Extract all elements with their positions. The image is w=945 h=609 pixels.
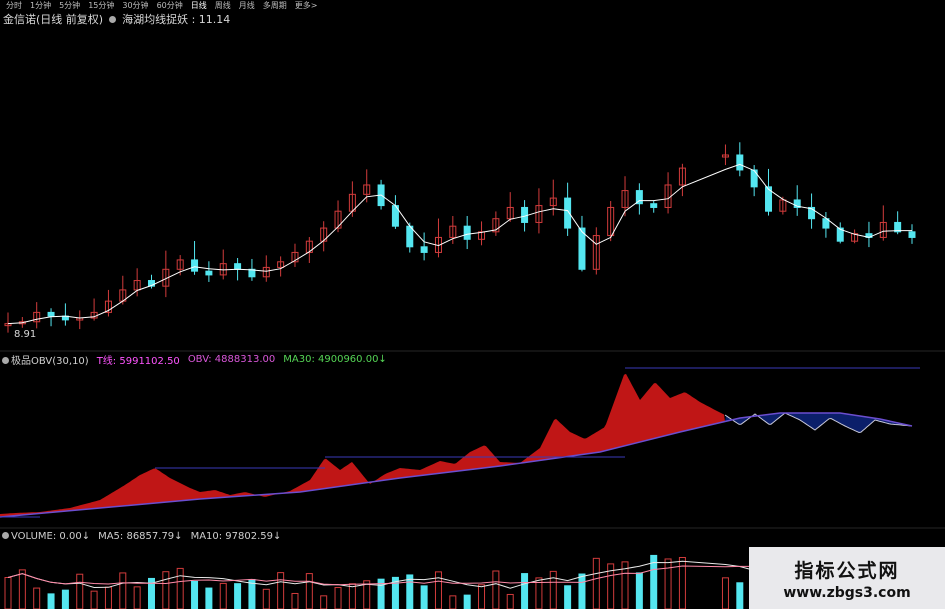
volume-bar bbox=[736, 582, 744, 609]
candle-body bbox=[736, 154, 744, 171]
candle-body bbox=[234, 263, 242, 270]
volume-bar bbox=[191, 580, 199, 609]
period-tab[interactable]: 30分钟 bbox=[122, 0, 148, 11]
indicator-label[interactable]: 海湖均线捉妖 : 11.14 bbox=[122, 11, 230, 27]
volume-bar bbox=[119, 572, 127, 609]
candle-body bbox=[650, 203, 658, 208]
volume-bar bbox=[47, 593, 55, 609]
volume-bar bbox=[334, 587, 342, 609]
volume-bar bbox=[305, 573, 313, 609]
volume-bar bbox=[262, 588, 270, 609]
period-tab[interactable]: 5分钟 bbox=[59, 0, 80, 11]
period-tab[interactable]: 1分钟 bbox=[30, 0, 51, 11]
volume-bar bbox=[90, 590, 98, 609]
period-tab[interactable]: 月线 bbox=[239, 0, 255, 11]
main-chart-header: 金信诺(日线 前复权) 海湖均线捉妖 : 11.14 bbox=[3, 11, 230, 27]
obv-title[interactable]: 极品OBV(30,10) bbox=[11, 356, 89, 367]
settings-dot-icon[interactable] bbox=[109, 15, 117, 23]
watermark-title: 指标公式网 bbox=[794, 559, 900, 582]
obv-value: OBV: 4888313.00 bbox=[187, 353, 276, 365]
volume-bar bbox=[18, 569, 26, 609]
volume-ma10-value: MA10: 97802.59↓ bbox=[190, 530, 282, 542]
volume-bar bbox=[506, 593, 514, 609]
period-tab[interactable]: 分时 bbox=[6, 0, 22, 11]
volume-bar bbox=[549, 570, 557, 609]
period-tab[interactable]: 日线 bbox=[191, 0, 207, 11]
volume-bar bbox=[219, 582, 227, 609]
volume-ma5-value: MA5: 86857.79↓ bbox=[98, 530, 183, 542]
candle-body bbox=[47, 311, 55, 317]
obv-t-value: T线: 5991102.50 bbox=[96, 355, 180, 367]
volume-bar bbox=[291, 592, 299, 609]
candle-body bbox=[191, 259, 199, 272]
settings-dot-icon[interactable] bbox=[2, 356, 9, 364]
candle-body bbox=[908, 231, 916, 238]
volume-bar bbox=[492, 570, 500, 609]
volume-bar bbox=[277, 572, 285, 609]
volume-bar bbox=[4, 577, 12, 609]
volume-bar bbox=[521, 573, 529, 609]
candle-body bbox=[521, 206, 529, 223]
period-tab[interactable]: 多周期 bbox=[263, 0, 287, 11]
volume-bar bbox=[133, 586, 141, 609]
low-price-marker: 8.91 bbox=[14, 329, 37, 340]
volume-bar bbox=[721, 577, 729, 609]
obv-ma30-value: MA30: 4900960.00↓ bbox=[283, 353, 387, 365]
volume-bar bbox=[635, 572, 643, 609]
candle-body bbox=[406, 225, 414, 248]
volume-bar bbox=[578, 573, 586, 609]
stock-title[interactable]: 金信诺(日线 前复权) bbox=[3, 11, 103, 27]
volume-bar bbox=[463, 594, 471, 609]
price-ma-line bbox=[7, 163, 912, 325]
obv-area-series bbox=[0, 373, 912, 517]
volume-bar bbox=[664, 558, 672, 609]
candlestick-series bbox=[4, 142, 916, 333]
obv-area-up bbox=[0, 373, 725, 517]
candle-body bbox=[420, 246, 428, 253]
volume-bar bbox=[592, 557, 600, 609]
candle-body bbox=[205, 270, 213, 276]
volume-bar bbox=[61, 589, 69, 609]
period-tab[interactable]: 周线 bbox=[215, 0, 231, 11]
volume-bar bbox=[420, 585, 428, 609]
volume-header: VOLUME: 0.00↓ MA5: 86857.79↓ MA10: 97802… bbox=[2, 529, 281, 543]
volume-bar bbox=[348, 583, 356, 609]
period-tab[interactable]: 60分钟 bbox=[157, 0, 183, 11]
volume-bar bbox=[449, 595, 457, 609]
chart-canvas[interactable] bbox=[0, 0, 945, 609]
volume-bar bbox=[162, 571, 170, 609]
volume-bar bbox=[176, 567, 184, 609]
watermark-logo: 指标公式网 www.zbgs3.com bbox=[749, 547, 945, 609]
volume-bar bbox=[678, 557, 686, 609]
volume-bar bbox=[104, 586, 112, 609]
volume-bar bbox=[564, 585, 572, 609]
volume-bar bbox=[33, 587, 41, 609]
watermark-url: www.zbgs3.com bbox=[783, 584, 911, 601]
period-tab-bar: 分时 1分钟 5分钟 15分钟 30分钟 60分钟 日线 周线 月线 多周期 更多> bbox=[0, 0, 945, 11]
obv-header: 极品OBV(30,10) T线: 5991102.50 OBV: 4888313… bbox=[2, 352, 387, 367]
settings-dot-icon[interactable] bbox=[2, 531, 9, 539]
obv-header-name: 极品OBV(30,10) bbox=[2, 352, 89, 367]
volume-bar bbox=[76, 573, 84, 609]
volume-bar bbox=[205, 587, 213, 609]
volume-bar bbox=[320, 595, 328, 609]
volume-header-name: VOLUME: 0.00↓ bbox=[2, 531, 90, 542]
volume-bar bbox=[478, 584, 486, 609]
candle-body bbox=[463, 225, 471, 240]
volume-bar bbox=[234, 583, 242, 609]
volume-title[interactable]: VOLUME: 0.00↓ bbox=[11, 531, 90, 542]
period-tab[interactable]: 更多> bbox=[295, 0, 318, 11]
period-tab[interactable]: 15分钟 bbox=[88, 0, 114, 11]
